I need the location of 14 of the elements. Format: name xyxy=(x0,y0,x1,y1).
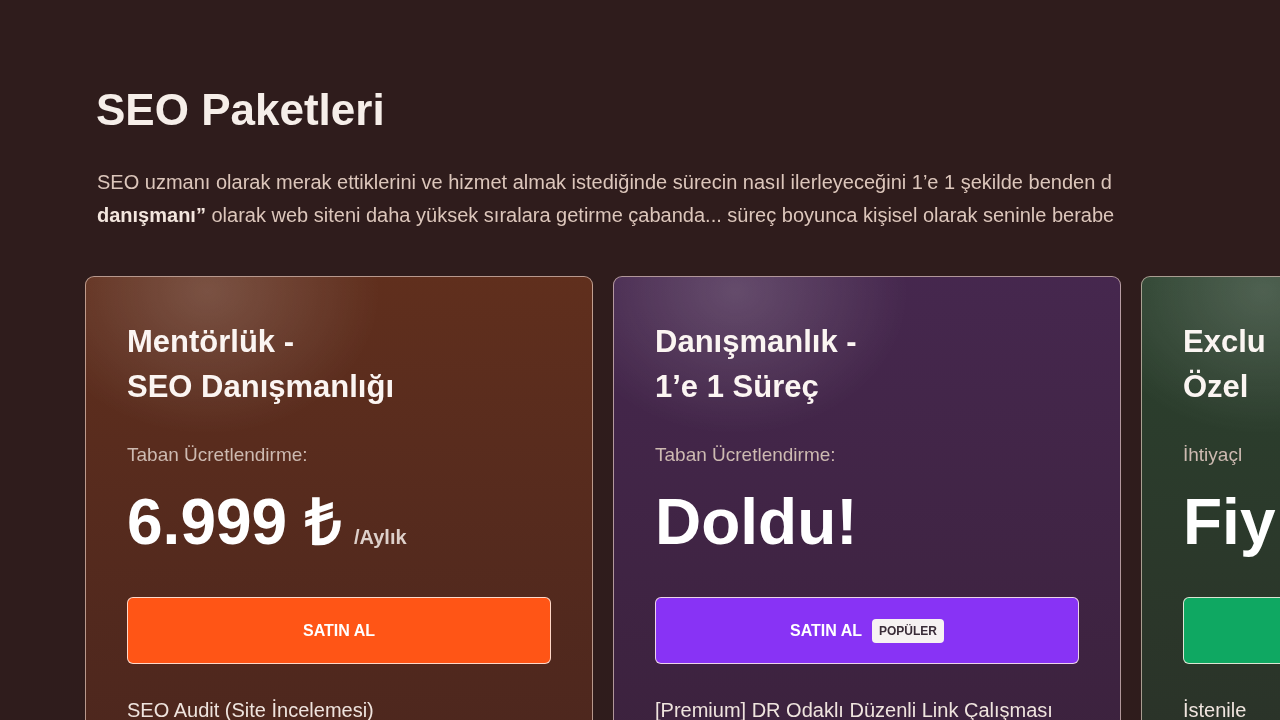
price-amount: Doldu! xyxy=(655,490,858,554)
plan-title: Mentörlük - SEO Danışmanlığı xyxy=(127,323,394,406)
price-label: Taban Ücretlendirme: xyxy=(655,443,836,467)
price-label: İhtiyaçl xyxy=(1183,443,1243,467)
feature-text: İstenile xyxy=(1183,698,1247,720)
popular-badge: POPÜLER xyxy=(872,618,944,643)
price-label: Taban Ücretlendirme: xyxy=(127,443,308,467)
plan-title: Exclu Özel xyxy=(1183,323,1266,406)
price-amount: 6.999 ₺ xyxy=(127,490,342,554)
page-title: SEO Paketleri xyxy=(96,84,385,136)
price-period: /Aylık xyxy=(353,525,407,549)
intro-paragraph: SEO uzmanı olarak merak ettiklerini ve hizmet almak istediğinde sürecin nasıl ilerleyeceğini 1’e 1 şekilde benden d danışmanı” olarak web siteni daha yüksek sıralara getirme çabanda... süreç boyunca kişisel olarak seninle berabe xyxy=(97,170,1115,228)
plan-title: Danışmanlık - 1’e 1 Süreç xyxy=(655,323,857,406)
buy-button[interactable]: SATIN AL POPÜLER xyxy=(655,597,1079,664)
